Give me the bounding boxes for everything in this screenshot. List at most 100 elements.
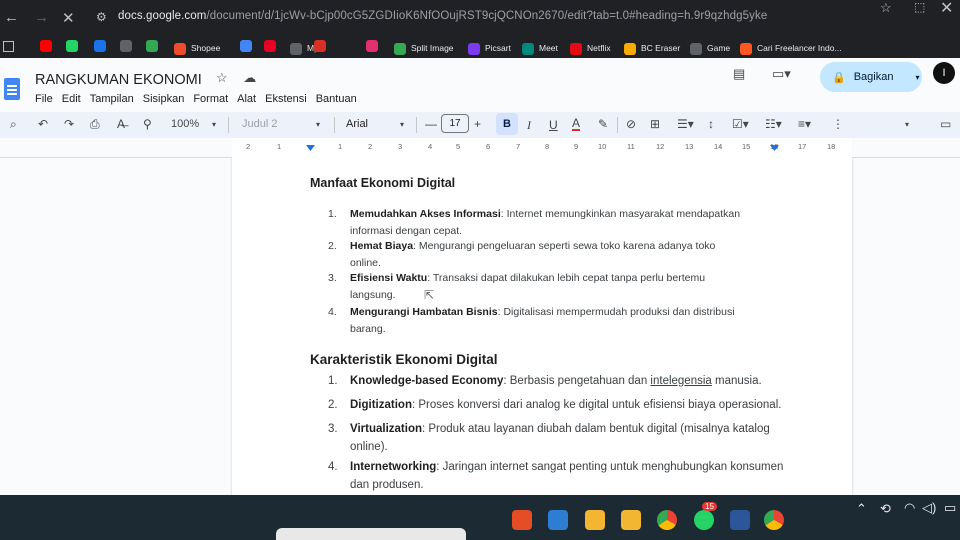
- menu-insert[interactable]: Sisipkan: [143, 93, 185, 105]
- volume-icon[interactable]: ◁): [922, 500, 936, 516]
- paint-format-icon[interactable]: ⚲: [143, 117, 152, 131]
- increase-font-icon[interactable]: +: [474, 117, 481, 131]
- bookmark-item[interactable]: [40, 40, 52, 52]
- italic-button[interactable]: I: [527, 118, 531, 133]
- list-item: 3. Efisiensi Waktu: Transaksi dapat dilak…: [328, 270, 705, 304]
- word-icon[interactable]: [730, 510, 750, 530]
- cloud-status-icon[interactable]: ☁: [243, 70, 256, 85]
- star-icon[interactable]: ☆: [216, 70, 228, 85]
- bookmark-item[interactable]: [240, 40, 252, 52]
- menu-file[interactable]: File: [35, 93, 53, 105]
- word-app-icon[interactable]: [548, 510, 568, 530]
- meet-icon[interactable]: ▭▾: [772, 66, 791, 82]
- collapse-menu-icon[interactable]: ▾: [905, 120, 909, 129]
- bookmark-item[interactable]: Shopee: [174, 40, 220, 57]
- bookmark-item[interactable]: Netflix: [570, 40, 611, 57]
- menu-help[interactable]: Bantuan: [316, 93, 357, 105]
- url-path: /document/d/1jcWv-bCjp00cG5ZGDIioK6NfOOu…: [206, 10, 768, 22]
- decrease-font-icon[interactable]: —: [425, 117, 437, 131]
- line-spacing-icon[interactable]: ↕: [708, 117, 714, 131]
- battery-icon[interactable]: ▭: [944, 500, 956, 516]
- spellcheck-word[interactable]: intelegensia: [650, 375, 711, 387]
- window-close-icon[interactable]: ✕: [940, 0, 953, 18]
- checklist-icon[interactable]: ☑▾: [732, 117, 749, 131]
- more-options-icon[interactable]: ⋮: [832, 117, 844, 131]
- ruler-tick: 4: [428, 142, 433, 151]
- bookmarks-bar: ShopeeMp3Split ImagePicsartMeetNetflixBC…: [0, 36, 960, 58]
- chrome-icon[interactable]: [657, 510, 677, 530]
- font-select[interactable]: Arial: [346, 118, 368, 130]
- taskbar-search[interactable]: [276, 528, 466, 540]
- font-size-input[interactable]: 17: [441, 114, 469, 133]
- split-icon: [394, 42, 406, 55]
- menu-view[interactable]: Tampilan: [90, 93, 134, 105]
- list-text: : Internet memungkinkan masyarakat menda…: [500, 208, 741, 220]
- bookmark-item[interactable]: Picsart: [468, 40, 511, 57]
- ruler-tick: 11: [627, 142, 635, 151]
- bookmark-item[interactable]: [314, 40, 326, 52]
- docs-logo-icon[interactable]: [4, 78, 20, 100]
- tray-chevron-icon[interactable]: ⌃: [856, 501, 867, 517]
- bookmark-item[interactable]: [120, 40, 132, 52]
- site-info-icon[interactable]: ⚙: [96, 10, 107, 24]
- bookmark-label: BC Eraser: [641, 43, 681, 53]
- bookmark-item[interactable]: Cari Freelancer Indo...: [740, 40, 842, 57]
- bookmark-item[interactable]: BC Eraser: [624, 40, 680, 57]
- paint-icon[interactable]: [512, 510, 532, 530]
- highlight-icon[interactable]: ✎: [598, 117, 608, 131]
- menu-format[interactable]: Format: [193, 93, 228, 105]
- zoom-chevron-icon: ▾: [212, 120, 217, 129]
- menu-edit[interactable]: Edit: [62, 93, 81, 105]
- bookmark-item[interactable]: [146, 40, 158, 52]
- extensions-icon[interactable]: ⬚: [914, 0, 925, 14]
- apps-grid-icon[interactable]: [3, 41, 14, 52]
- document-page[interactable]: Manfaat Ekonomi Digital 1. Memudahkan Aks…: [232, 158, 852, 495]
- print-icon[interactable]: ⎙: [90, 117, 100, 132]
- numbered-list-icon[interactable]: ≡▾: [798, 117, 811, 131]
- paragraph-style-select[interactable]: Judul 2: [242, 118, 277, 130]
- search-icon[interactable]: ⌕: [10, 117, 17, 132]
- bookmark-star-icon[interactable]: ☆: [880, 0, 892, 16]
- redo-icon[interactable]: ↷: [64, 117, 74, 131]
- text-color-button[interactable]: A: [572, 117, 581, 131]
- comment-icon[interactable]: ⊞: [650, 117, 660, 131]
- bookmark-item[interactable]: [264, 40, 276, 52]
- spellcheck-icon[interactable]: A̶: [117, 117, 125, 131]
- list-number: 2.: [328, 399, 338, 411]
- back-icon[interactable]: ←: [4, 9, 19, 26]
- avatar[interactable]: I: [933, 62, 955, 84]
- underline-button[interactable]: U: [549, 118, 558, 132]
- bookmark-item[interactable]: [66, 40, 78, 52]
- document-title[interactable]: RANGKUMAN EKONOMI: [35, 72, 202, 88]
- menu-extensions[interactable]: Ekstensi: [265, 93, 307, 105]
- whatsapp-app-icon[interactable]: 15: [694, 502, 717, 530]
- undo-icon[interactable]: ↶: [38, 117, 48, 131]
- bold-button[interactable]: B: [496, 113, 518, 135]
- wifi-icon[interactable]: ◠: [904, 500, 915, 516]
- list-text-continued: online).: [350, 441, 388, 453]
- bookmark-item[interactable]: Split Image: [394, 40, 454, 57]
- share-button[interactable]: 🔒 Bagikan ▾: [820, 62, 922, 92]
- bookmark-item[interactable]: Game: [690, 40, 730, 57]
- ruler-tick: 15: [742, 142, 751, 151]
- comment-history-icon[interactable]: ▤: [733, 66, 745, 82]
- align-icon[interactable]: ☰▾: [677, 117, 694, 131]
- close-tab-icon[interactable]: ✕: [62, 9, 75, 27]
- ruler-tick: 8: [545, 142, 550, 151]
- chrome-profile-icon[interactable]: [764, 510, 784, 530]
- link-icon[interactable]: ⊘: [626, 117, 636, 131]
- file-explorer-icon[interactable]: [585, 510, 605, 530]
- menu-tools[interactable]: Alat: [237, 93, 256, 105]
- tray-app-icon[interactable]: ⟲: [880, 501, 891, 517]
- url-field[interactable]: docs.google.com/document/d/1jcWv-bCjp00c…: [118, 10, 767, 22]
- bookmark-item[interactable]: [94, 40, 106, 52]
- bookmark-item[interactable]: Meet: [522, 40, 558, 57]
- forward-icon[interactable]: →: [34, 9, 49, 26]
- zoom-select[interactable]: 100%: [171, 118, 199, 130]
- editing-mode-icon[interactable]: ▭: [940, 117, 951, 131]
- bookmark-item[interactable]: [366, 40, 378, 52]
- bullet-list-icon[interactable]: ☷▾: [765, 117, 782, 131]
- list-text: : Berbasis pengetahuan dan: [503, 375, 651, 387]
- folder-icon[interactable]: [621, 510, 641, 530]
- bookmark-label: Game: [707, 43, 731, 53]
